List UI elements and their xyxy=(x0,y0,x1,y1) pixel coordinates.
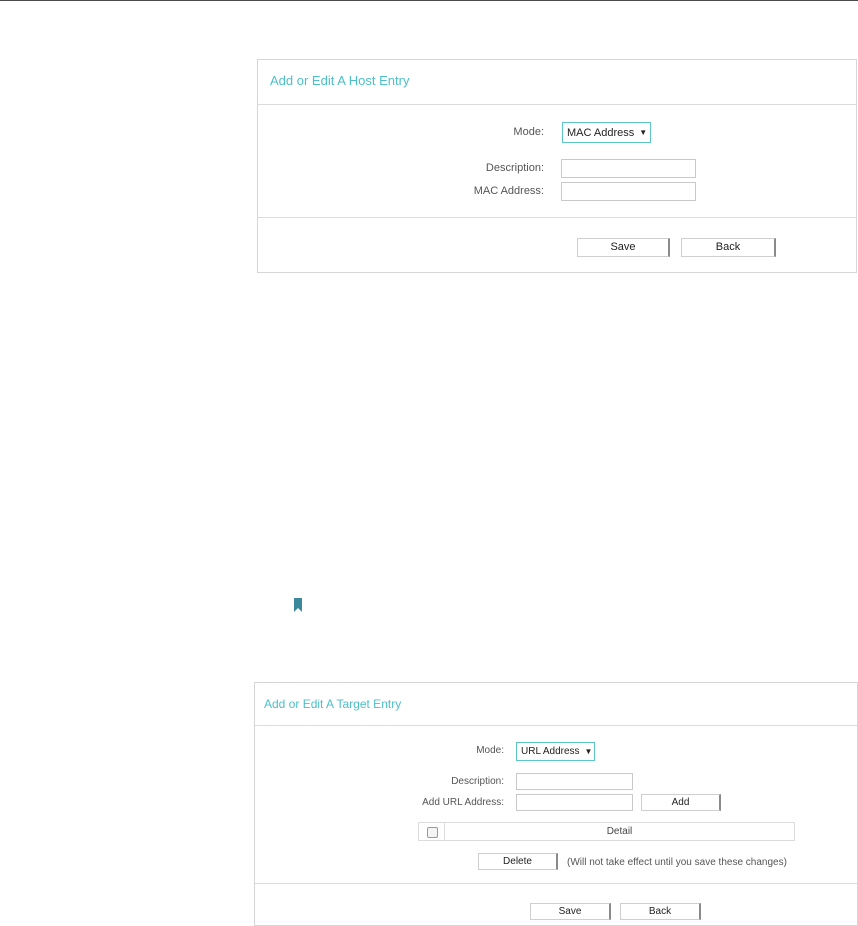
url-address-field[interactable] xyxy=(516,794,633,811)
mode-select-value: MAC Address xyxy=(567,126,635,139)
host-entry-footer xyxy=(258,217,856,218)
target-table-header: Detail xyxy=(418,822,795,841)
caret-down-icon: ▼ xyxy=(584,747,593,756)
back-button[interactable]: Back xyxy=(681,238,776,257)
delete-note: (Will not take effect until you save the… xyxy=(567,857,787,868)
description-field[interactable] xyxy=(561,159,696,178)
select-all-checkbox[interactable] xyxy=(427,827,438,838)
caret-down-icon: ▼ xyxy=(639,128,648,137)
mac-address-field[interactable] xyxy=(561,182,696,201)
host-entry-panel: Add or Edit A Host Entry Mode: MAC Addre… xyxy=(257,59,857,273)
target-entry-footer xyxy=(255,883,857,884)
target-description-field[interactable] xyxy=(516,773,633,790)
target-entry-panel: Add or Edit A Target Entry Mode: URL Add… xyxy=(254,682,858,926)
top-rule xyxy=(0,0,858,1)
target-mode-select-value: URL Address xyxy=(521,746,580,757)
target-description-label: Description: xyxy=(451,776,504,787)
detail-column-header: Detail xyxy=(606,826,633,837)
mode-label: Mode: xyxy=(513,126,544,138)
mac-address-label: MAC Address: xyxy=(473,185,544,197)
target-entry-title: Add or Edit A Target Entry xyxy=(264,697,402,711)
delete-button[interactable]: Delete xyxy=(478,853,558,870)
host-entry-title: Add or Edit A Host Entry xyxy=(270,73,410,88)
target-entry-header: Add or Edit A Target Entry xyxy=(255,683,857,726)
add-url-address-label: Add URL Address: xyxy=(422,797,504,808)
target-mode-label: Mode: xyxy=(476,745,504,756)
add-button[interactable]: Add xyxy=(641,794,721,811)
save-button[interactable]: Save xyxy=(577,238,670,257)
mode-select[interactable]: MAC Address ▼ xyxy=(562,122,651,143)
bookmark-icon xyxy=(294,598,302,612)
target-back-button[interactable]: Back xyxy=(620,903,701,920)
description-label: Description: xyxy=(485,162,544,174)
target-save-button[interactable]: Save xyxy=(530,903,611,920)
target-mode-select[interactable]: URL Address ▼ xyxy=(516,742,595,761)
host-entry-header: Add or Edit A Host Entry xyxy=(258,60,856,105)
